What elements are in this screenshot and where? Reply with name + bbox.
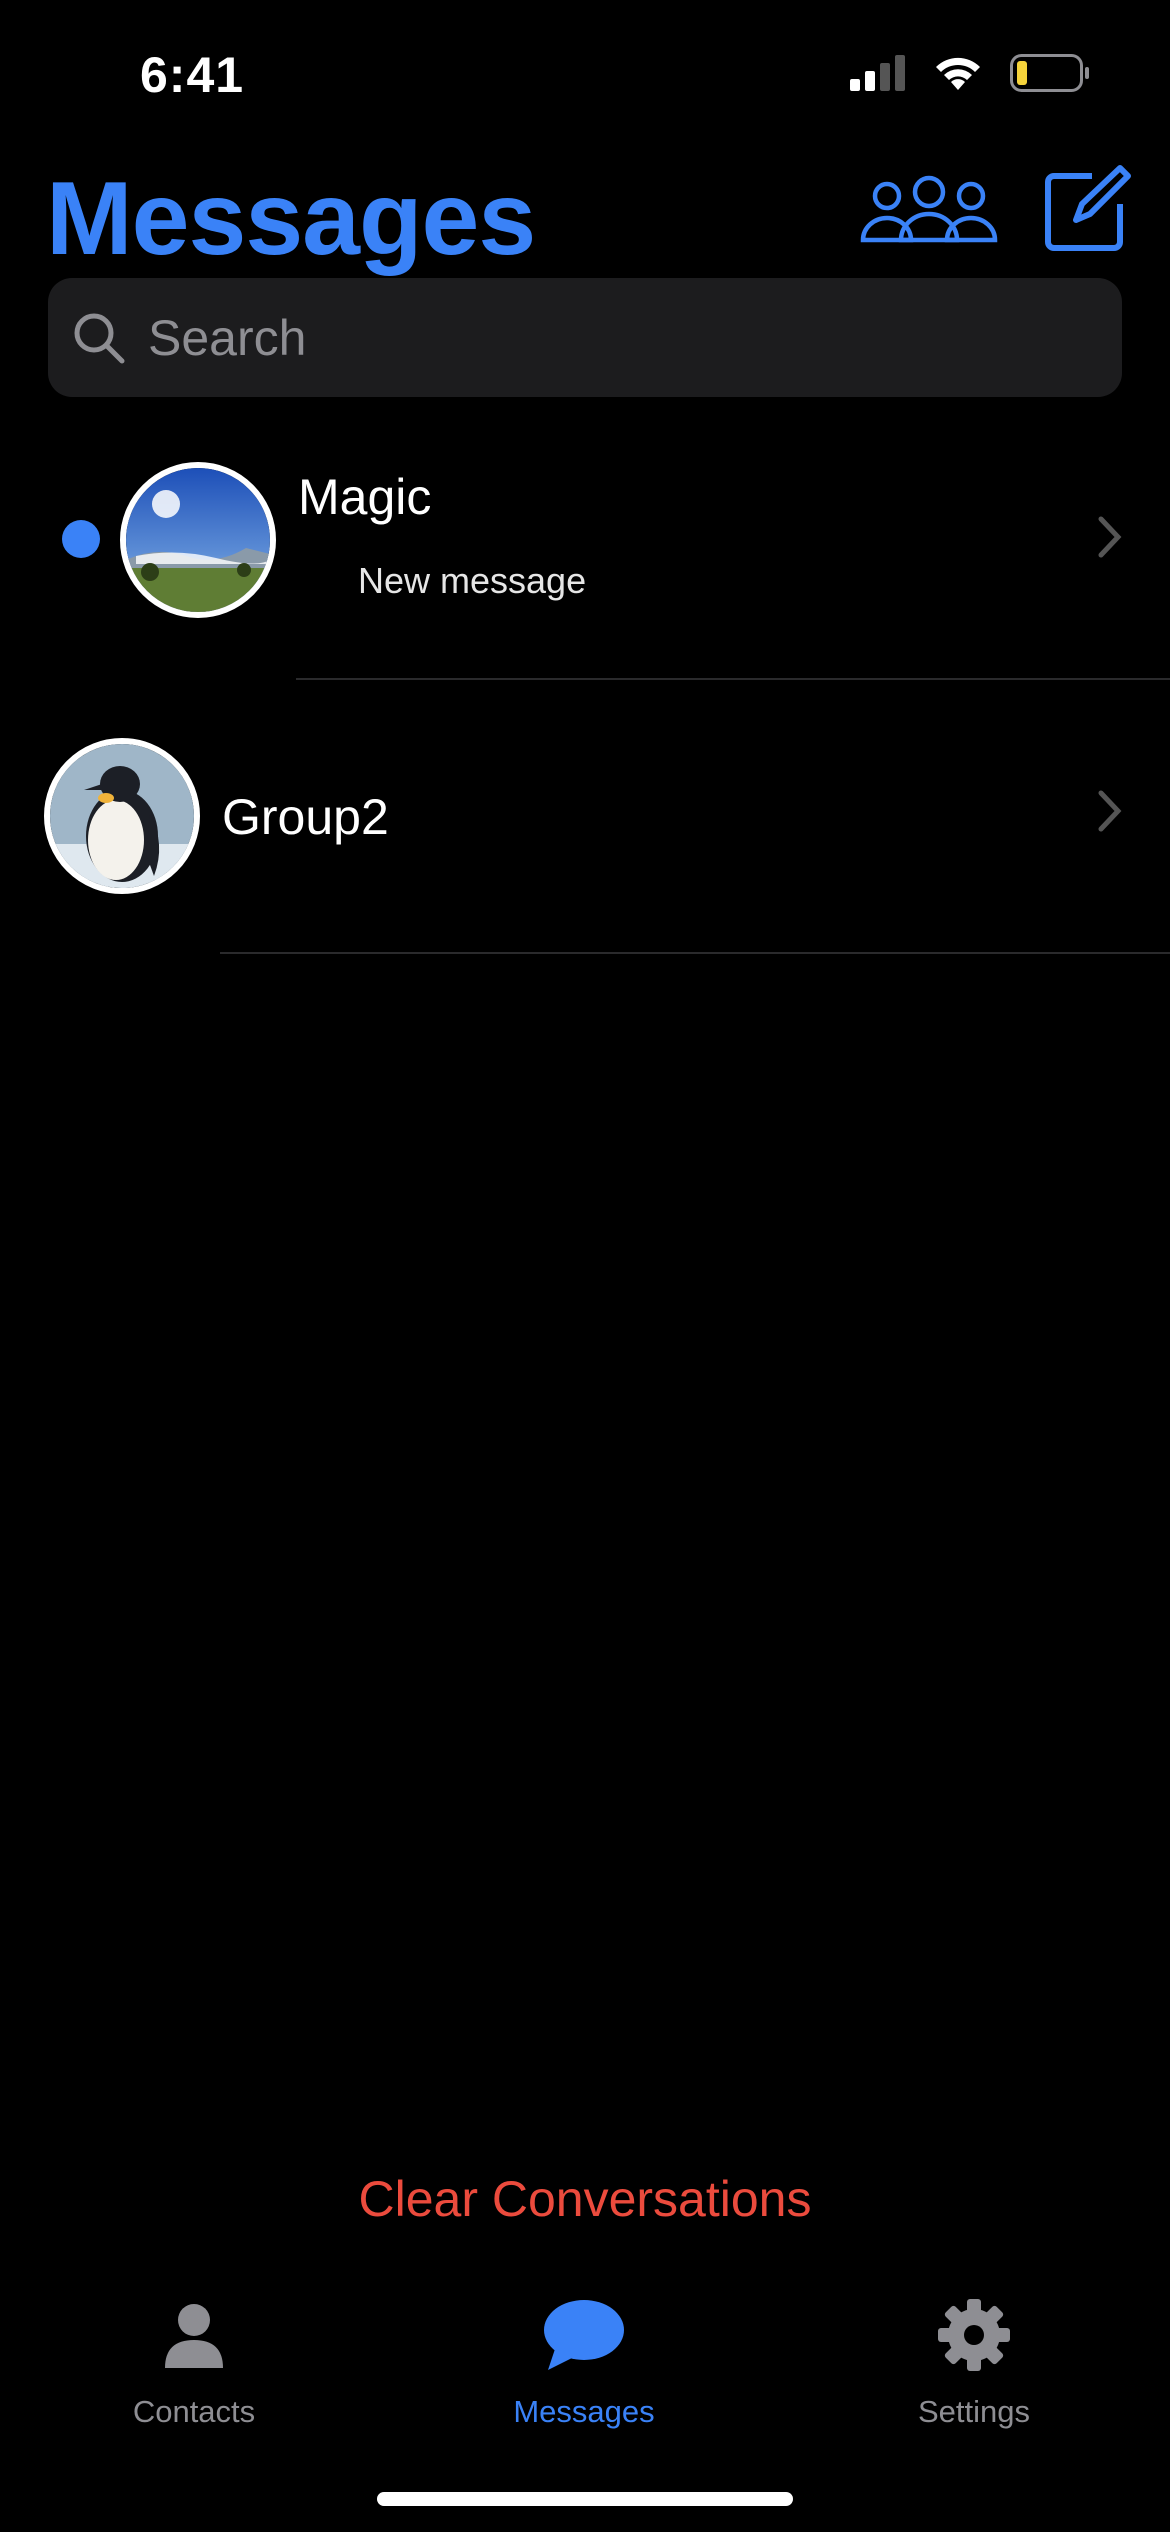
search-input[interactable] xyxy=(148,308,1048,367)
avatar xyxy=(44,738,200,894)
tab-bar: Contacts Messages Settings xyxy=(0,2290,1170,2440)
cellular-signal-icon xyxy=(850,55,905,91)
avatar xyxy=(120,462,276,618)
chevron-right-icon xyxy=(1098,790,1122,832)
status-time: 6:41 xyxy=(140,47,245,103)
tab-settings[interactable]: Settings xyxy=(824,2290,1124,2430)
conversation-row[interactable]: Group2 xyxy=(0,690,1170,955)
compose-icon xyxy=(1045,165,1131,251)
gear-icon xyxy=(938,2299,1010,2371)
conversation-name: Magic xyxy=(298,469,432,525)
battery-icon xyxy=(1010,54,1089,92)
penguin-avatar xyxy=(50,744,194,888)
home-indicator xyxy=(377,2492,793,2506)
conversation-row[interactable]: Magic New message xyxy=(0,430,1170,680)
people-icon xyxy=(860,175,998,243)
conversation-name: Group2 xyxy=(222,789,389,845)
tab-contacts[interactable]: Contacts xyxy=(44,2290,344,2430)
status-icons xyxy=(850,54,1090,92)
chat-bubble-icon xyxy=(544,2300,624,2370)
new-group-button[interactable] xyxy=(858,162,1000,256)
tab-label: Settings xyxy=(917,2394,1030,2429)
search-icon xyxy=(74,313,125,363)
wifi-icon xyxy=(936,57,980,90)
chevron-right-icon xyxy=(1098,516,1122,558)
compose-button[interactable] xyxy=(1040,162,1134,256)
person-icon xyxy=(165,2304,223,2368)
message-preview: New message xyxy=(358,560,587,601)
page-title: Messages xyxy=(46,161,536,277)
tab-label: Messages xyxy=(513,2394,655,2429)
unread-indicator xyxy=(62,520,100,558)
row-divider xyxy=(296,678,1170,680)
messages-screen: 6:41 Messages Search Magic New message G… xyxy=(0,0,1170,2532)
clear-conversations-button[interactable]: Clear Conversations xyxy=(0,2170,1170,2228)
tab-messages[interactable]: Messages xyxy=(434,2290,734,2430)
row-divider xyxy=(220,952,1170,954)
landscape-avatar xyxy=(126,468,270,612)
tab-label: Contacts xyxy=(132,2394,256,2429)
search-bar[interactable] xyxy=(48,278,1122,397)
